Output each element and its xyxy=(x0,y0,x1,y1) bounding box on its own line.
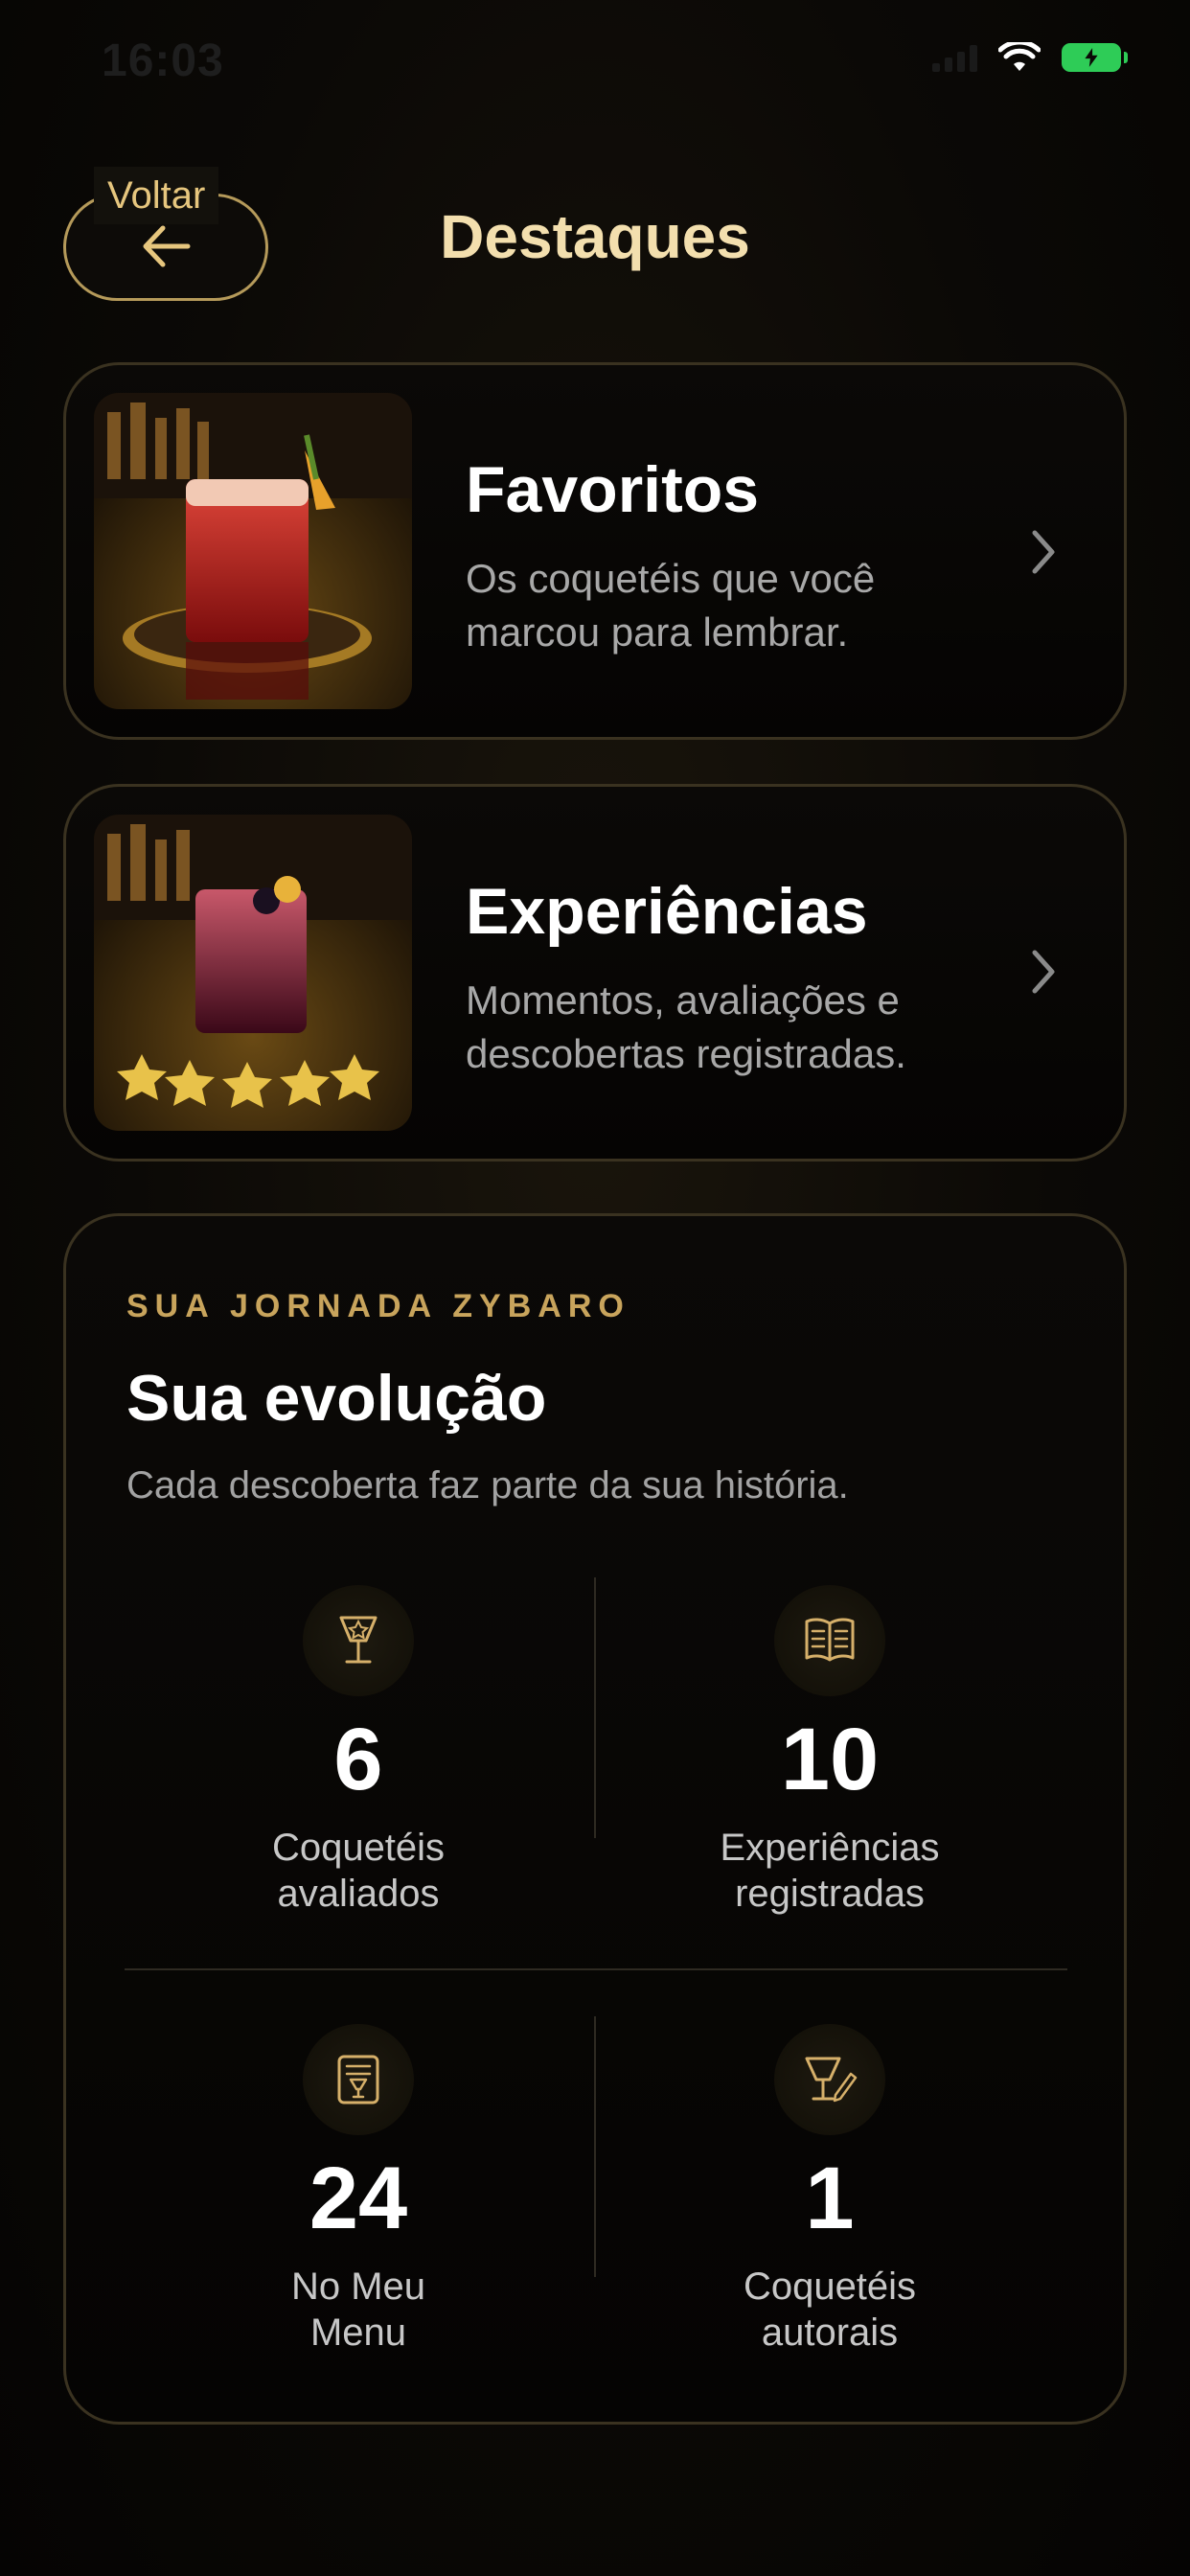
stat-value: 10 xyxy=(780,1711,880,1808)
stat-value: 6 xyxy=(333,1711,383,1808)
cocktail-pen-icon xyxy=(774,2024,885,2135)
stat-label-line: Experiências xyxy=(720,1827,940,1869)
stat-label-line: registradas xyxy=(735,1873,925,1915)
stat-label-line: No Meu xyxy=(290,2266,426,2308)
page-title: Destaques xyxy=(440,202,750,271)
chevron-right-icon xyxy=(1032,530,1055,574)
stat-label: Coquetéis autorais xyxy=(600,2264,1060,2356)
cocktail-star-icon xyxy=(303,1585,414,1696)
experiences-description: Momentos, avaliações e descobertas regis… xyxy=(466,978,906,1076)
favorites-image xyxy=(94,393,412,709)
stat-label-line: avaliados xyxy=(277,1873,440,1915)
chevron-right-icon xyxy=(1032,950,1055,994)
stat-label-line: autorais xyxy=(761,2312,899,2354)
stat-label: Experiências registradas xyxy=(600,1825,1060,1917)
stat-value: 1 xyxy=(805,2150,855,2247)
stats-divider-vertical xyxy=(594,1577,596,1838)
favorites-title: Favoritos xyxy=(466,453,760,526)
stat-label: No Meu Menu xyxy=(128,2264,588,2356)
experiences-image xyxy=(94,815,412,1131)
experiences-title: Experiências xyxy=(466,875,868,948)
stats-divider-horizontal xyxy=(125,1968,1067,1970)
favorites-description: Os coquetéis que você marcou para lembra… xyxy=(466,556,876,655)
battery-icon xyxy=(1062,43,1128,72)
stats-divider-vertical xyxy=(594,2016,596,2277)
stat-value: 24 xyxy=(309,2150,408,2247)
open-book-icon xyxy=(774,1585,885,1696)
journey-title: Sua evolução xyxy=(126,1362,547,1435)
stat-label-line: Menu xyxy=(309,2312,407,2354)
journey-eyebrow: SUA JORNADA ZYBARO xyxy=(126,1288,630,1324)
journey-subtitle: Cada descoberta faz parte da sua históri… xyxy=(126,1464,849,1506)
status-time: 16:03 xyxy=(102,35,224,86)
menu-card-icon xyxy=(303,2024,414,2135)
stat-label-line: Coquetéis xyxy=(271,1827,446,1869)
status-icons xyxy=(932,42,1128,73)
cellular-signal-icon xyxy=(932,43,977,72)
stat-label: Coquetéis avaliados xyxy=(128,1825,588,1917)
stat-label-line: Coquetéis xyxy=(743,2266,917,2308)
wifi-icon xyxy=(998,42,1041,71)
